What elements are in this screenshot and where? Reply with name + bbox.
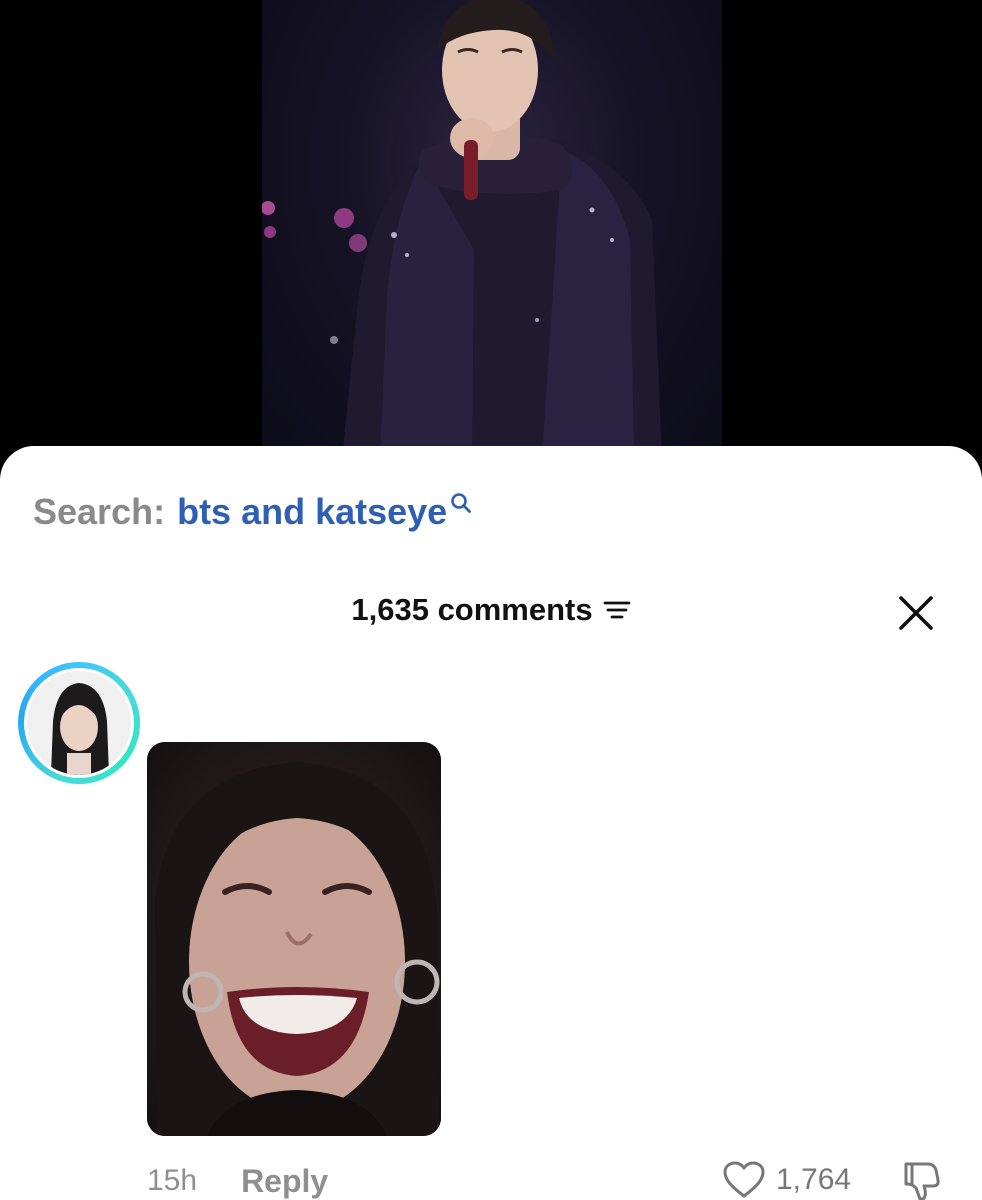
heart-icon [723, 1161, 765, 1198]
reply-button[interactable]: Reply [241, 1163, 328, 1200]
avatar-inner [24, 668, 134, 778]
page: Search: bts and katseye 1,635 comments 1… [0, 0, 982, 1200]
video-player[interactable] [262, 0, 722, 460]
comment-image[interactable] [147, 742, 441, 1136]
search-icon [451, 493, 472, 513]
video-frame-image [262, 0, 662, 460]
thumbs-down-icon [904, 1162, 940, 1200]
comments-sheet: Search: bts and katseye 1,635 comments 1… [0, 446, 982, 1200]
search-suggestion[interactable]: Search: bts and katseye [33, 490, 472, 534]
search-label: Search: [33, 491, 166, 532]
comment-meta: 15h Reply [147, 1162, 328, 1200]
comment-timestamp: 15h [147, 1164, 198, 1197]
close-icon [899, 596, 933, 630]
like-button[interactable]: 1,764 [722, 1160, 851, 1200]
search-query-link[interactable]: bts and katseye [177, 491, 447, 533]
sort-lines-icon[interactable] [603, 597, 631, 623]
dislike-button[interactable] [898, 1158, 944, 1200]
like-count: 1,764 [776, 1163, 852, 1196]
avatar-image [27, 671, 131, 775]
avatar[interactable] [18, 662, 140, 784]
comment-photo [147, 742, 441, 1136]
avatar-photo [27, 671, 131, 775]
comments-header: 1,635 comments [0, 588, 982, 632]
close-button[interactable] [893, 590, 939, 636]
comments-count: 1,635 comments [351, 592, 593, 627]
